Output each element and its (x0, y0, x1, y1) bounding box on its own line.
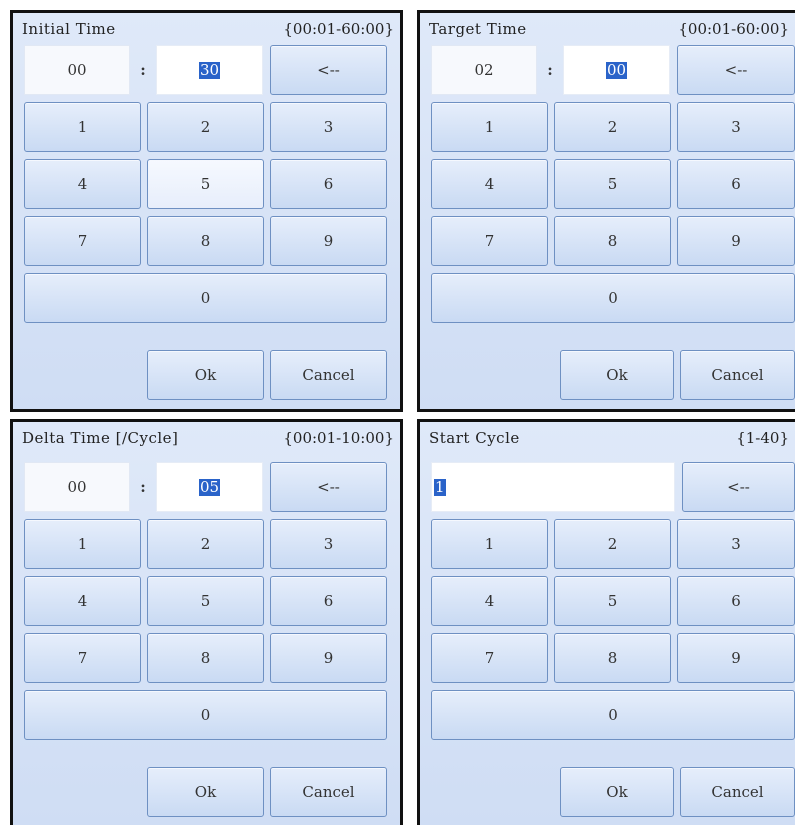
key-9[interactable]: 9 (270, 216, 387, 266)
key-4[interactable]: 4 (431, 159, 548, 209)
time-separator: : (140, 61, 146, 79)
ok-button[interactable]: Ok (560, 350, 674, 400)
key-1[interactable]: 1 (24, 519, 141, 569)
key-7[interactable]: 7 (431, 633, 548, 683)
backspace-button[interactable]: <-- (270, 462, 387, 512)
selected-text: 05 (198, 477, 221, 496)
key-5[interactable]: 5 (147, 576, 264, 626)
time-separator: : (547, 61, 553, 79)
backspace-button[interactable]: <-- (270, 45, 387, 95)
cancel-button[interactable]: Cancel (680, 350, 795, 400)
key-2[interactable]: 2 (554, 102, 671, 152)
key-0[interactable]: 0 (431, 690, 795, 740)
key-8[interactable]: 8 (554, 633, 671, 683)
key-0[interactable]: 0 (24, 690, 387, 740)
cancel-button[interactable]: Cancel (270, 767, 387, 817)
minutes-field[interactable]: 02 (431, 45, 537, 95)
ok-button[interactable]: Ok (147, 767, 264, 817)
key-8[interactable]: 8 (147, 216, 264, 266)
key-4[interactable]: 4 (431, 576, 548, 626)
key-7[interactable]: 7 (24, 216, 141, 266)
key-1[interactable]: 1 (431, 102, 548, 152)
key-6[interactable]: 6 (270, 159, 387, 209)
key-9[interactable]: 9 (270, 633, 387, 683)
start-cycle-dialog: Start Cycle {1-40} 1 <-- 1 2 3 4 5 6 7 8… (417, 419, 795, 825)
key-6[interactable]: 6 (677, 576, 795, 626)
selected-text: 1 (434, 477, 446, 496)
dialog-title: Delta Time [/Cycle] (22, 429, 179, 447)
key-7[interactable]: 7 (431, 216, 548, 266)
ok-button[interactable]: Ok (147, 350, 264, 400)
delta-time-dialog: Delta Time [/Cycle] {00:01-10:00} 00 : 0… (10, 419, 403, 825)
key-0[interactable]: 0 (24, 273, 387, 323)
backspace-button[interactable]: <-- (677, 45, 795, 95)
seconds-field[interactable]: 05 (156, 462, 263, 512)
key-9[interactable]: 9 (677, 633, 795, 683)
cycle-input[interactable]: 1 (431, 462, 675, 512)
range-hint: {00:01-10:00} (283, 429, 394, 447)
key-9[interactable]: 9 (677, 216, 795, 266)
selected-text: 00 (605, 60, 628, 79)
seconds-field[interactable]: 00 (563, 45, 670, 95)
dialog-title: Initial Time (22, 20, 116, 38)
backspace-button[interactable]: <-- (682, 462, 795, 512)
key-6[interactable]: 6 (270, 576, 387, 626)
time-separator: : (140, 478, 146, 496)
minutes-field[interactable]: 00 (24, 462, 130, 512)
ok-button[interactable]: Ok (560, 767, 674, 817)
key-0[interactable]: 0 (431, 273, 795, 323)
key-3[interactable]: 3 (677, 519, 795, 569)
key-1[interactable]: 1 (431, 519, 548, 569)
key-4[interactable]: 4 (24, 576, 141, 626)
target-time-dialog: Target Time {00:01-60:00} 02 : 00 <-- 1 … (417, 10, 795, 412)
cancel-button[interactable]: Cancel (680, 767, 795, 817)
key-6[interactable]: 6 (677, 159, 795, 209)
key-8[interactable]: 8 (147, 633, 264, 683)
cancel-button[interactable]: Cancel (270, 350, 387, 400)
range-hint: {00:01-60:00} (283, 20, 394, 38)
key-4[interactable]: 4 (24, 159, 141, 209)
seconds-field[interactable]: 30 (156, 45, 263, 95)
dialog-title: Target Time (429, 20, 527, 38)
key-3[interactable]: 3 (270, 519, 387, 569)
key-5[interactable]: 5 (147, 159, 264, 209)
range-hint: {00:01-60:00} (678, 20, 789, 38)
key-1[interactable]: 1 (24, 102, 141, 152)
minutes-field[interactable]: 00 (24, 45, 130, 95)
key-8[interactable]: 8 (554, 216, 671, 266)
range-hint: {1-40} (736, 429, 789, 447)
key-2[interactable]: 2 (147, 102, 264, 152)
initial-time-dialog: Initial Time {00:01-60:00} 00 : 30 <-- 1… (10, 10, 403, 412)
selected-text: 30 (198, 60, 221, 79)
key-5[interactable]: 5 (554, 159, 671, 209)
key-2[interactable]: 2 (147, 519, 264, 569)
dialog-title: Start Cycle (429, 429, 520, 447)
key-3[interactable]: 3 (270, 102, 387, 152)
key-7[interactable]: 7 (24, 633, 141, 683)
key-5[interactable]: 5 (554, 576, 671, 626)
key-3[interactable]: 3 (677, 102, 795, 152)
key-2[interactable]: 2 (554, 519, 671, 569)
